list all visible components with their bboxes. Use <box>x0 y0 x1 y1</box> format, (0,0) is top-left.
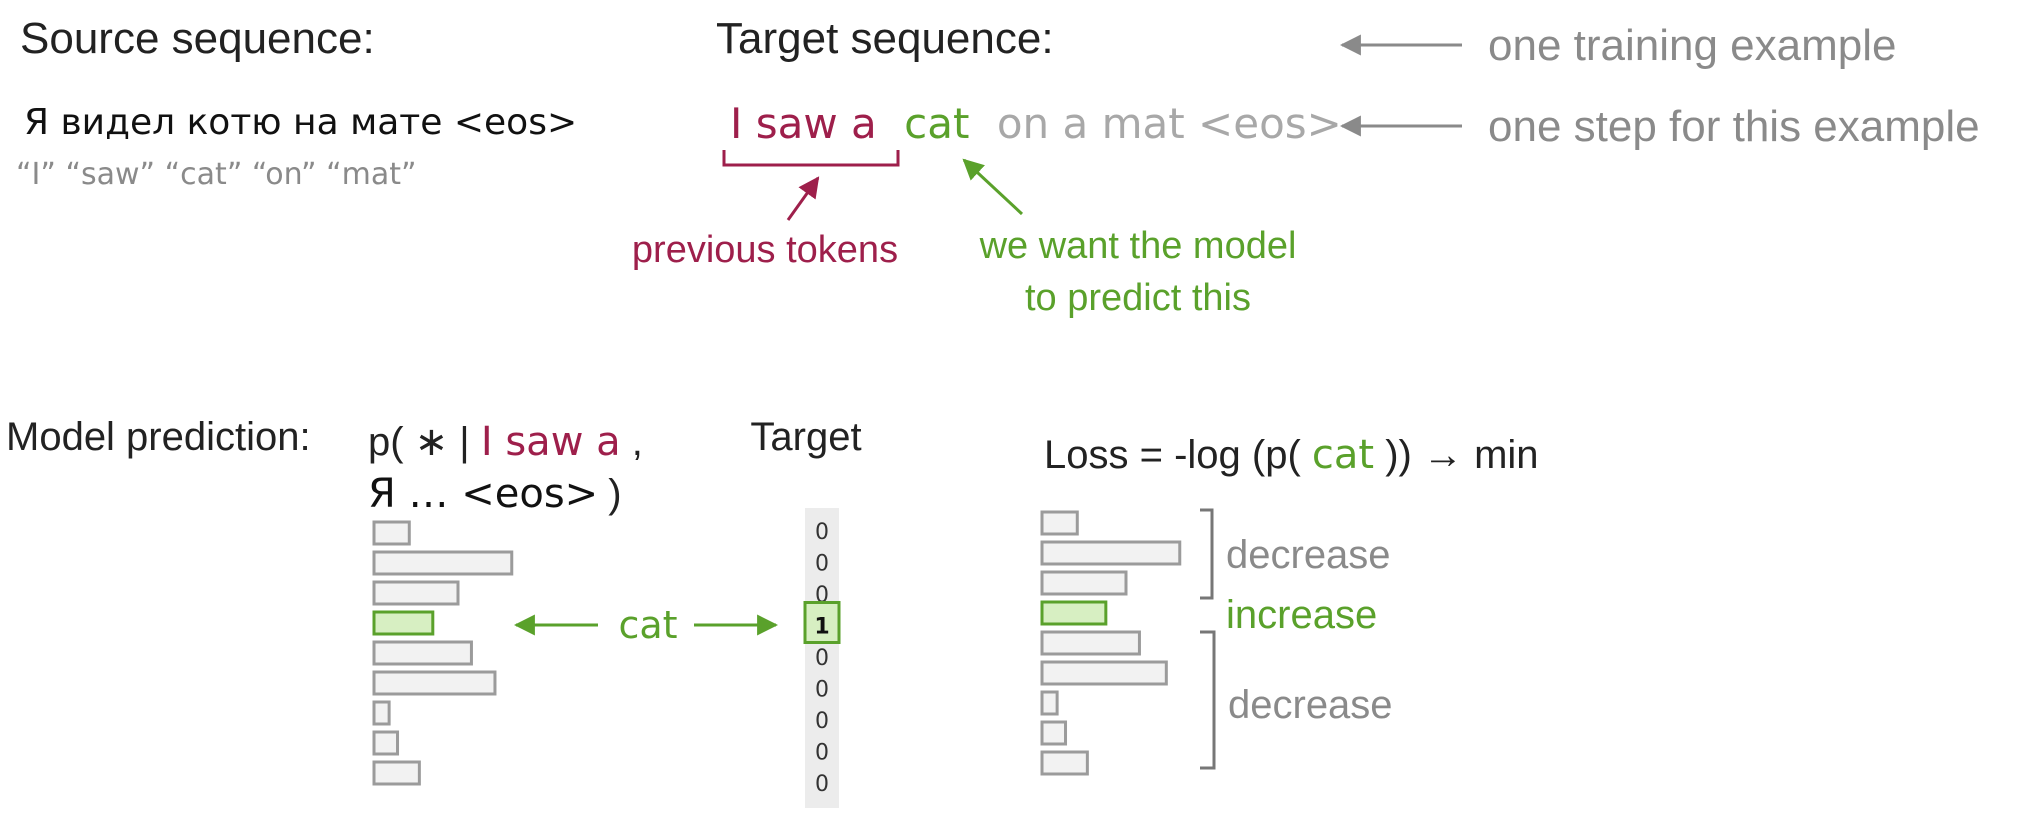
target-vector-value: 0 <box>815 772 829 797</box>
one-step-label: one step for this example <box>1488 102 1980 151</box>
prediction-bar-highlighted <box>372 610 435 636</box>
target-vector-value: 0 <box>815 552 829 577</box>
target-vector-label: Target <box>750 415 861 459</box>
prediction-distribution <box>372 520 514 786</box>
prob-line2: Я … <eos> ) <box>368 471 622 517</box>
previous-tokens-arrow <box>786 176 820 221</box>
target-vector-value: 0 <box>815 678 829 703</box>
target-vector-value: 0 <box>815 520 829 545</box>
loss-bar <box>1040 510 1079 536</box>
prediction-bar <box>372 550 514 576</box>
decrease-bottom-bracket <box>1200 630 1216 770</box>
prediction-bar <box>372 700 391 726</box>
prob-context: I saw a <box>481 419 621 465</box>
target-prefix: I saw a <box>730 99 877 148</box>
target-current-token: cat <box>904 99 969 148</box>
prob-comma: , <box>632 420 643 464</box>
prediction-bar <box>372 580 460 606</box>
loss-distribution <box>1040 510 1182 776</box>
prob-open: p( ∗ | <box>368 420 470 464</box>
one-training-example-label: one training example <box>1488 21 1896 70</box>
loss-bar <box>1040 630 1141 656</box>
prediction-bar <box>372 520 411 546</box>
prediction-bar <box>372 670 497 696</box>
loss-bar <box>1040 720 1068 746</box>
loss-suffix: )) → min <box>1385 433 1538 477</box>
decrease-top-label: decrease <box>1226 533 1391 577</box>
loss-bar <box>1040 750 1089 776</box>
loss-bar <box>1040 690 1059 716</box>
source-gloss: “I” “saw” “cat” “on” “mat” <box>16 157 417 192</box>
predict-label-line1: we want the model <box>979 225 1297 267</box>
loss-formula: Loss = -log (p( cat )) → min <box>1044 432 1539 478</box>
prediction-bar <box>372 640 473 666</box>
loss-bar-highlighted <box>1040 600 1108 626</box>
loss-bar <box>1040 570 1128 596</box>
loss-bar <box>1040 540 1182 566</box>
increase-label: increase <box>1226 593 1377 637</box>
loss-prefix: Loss = -log (p( <box>1044 433 1301 477</box>
prediction-bar <box>372 730 400 756</box>
target-vector-value: 0 <box>815 741 829 766</box>
target-vector-value: 0 <box>815 709 829 734</box>
predict-label-line2: to predict this <box>1025 277 1251 319</box>
target-vector-value: 0 <box>815 646 829 671</box>
target-sequence: I saw a cat on a mat <eos> <box>730 99 1342 148</box>
model-prediction-label: Model prediction: <box>6 415 311 459</box>
loss-bar <box>1040 660 1168 686</box>
target-vector-value: 1 <box>814 615 829 640</box>
prob-source: Я … <eos> <box>368 471 598 517</box>
diagram-svg: Source sequence: Я видел котю на мате <e… <box>6 14 1980 808</box>
predict-arrow <box>962 158 1024 216</box>
diagram-canvas: Source sequence: Я видел котю на мате <e… <box>0 0 2034 820</box>
decrease-bottom-label: decrease <box>1228 683 1393 727</box>
cat-token-label: cat <box>618 603 677 647</box>
loss-token: cat <box>1312 432 1374 478</box>
prob-line1: p( ∗ | I saw a , <box>368 419 643 465</box>
source-label: Source sequence: <box>20 14 375 63</box>
target-label: Target sequence: <box>716 14 1054 63</box>
previous-tokens-label: previous tokens <box>632 229 898 271</box>
prediction-bar <box>372 760 421 786</box>
target-rest: on a mat <eos> <box>997 99 1342 148</box>
source-sentence: Я видел котю на мате <eos> <box>24 102 577 143</box>
previous-tokens-bracket <box>722 150 900 167</box>
prob-close: ) <box>608 472 621 516</box>
decrease-top-bracket <box>1200 508 1214 600</box>
